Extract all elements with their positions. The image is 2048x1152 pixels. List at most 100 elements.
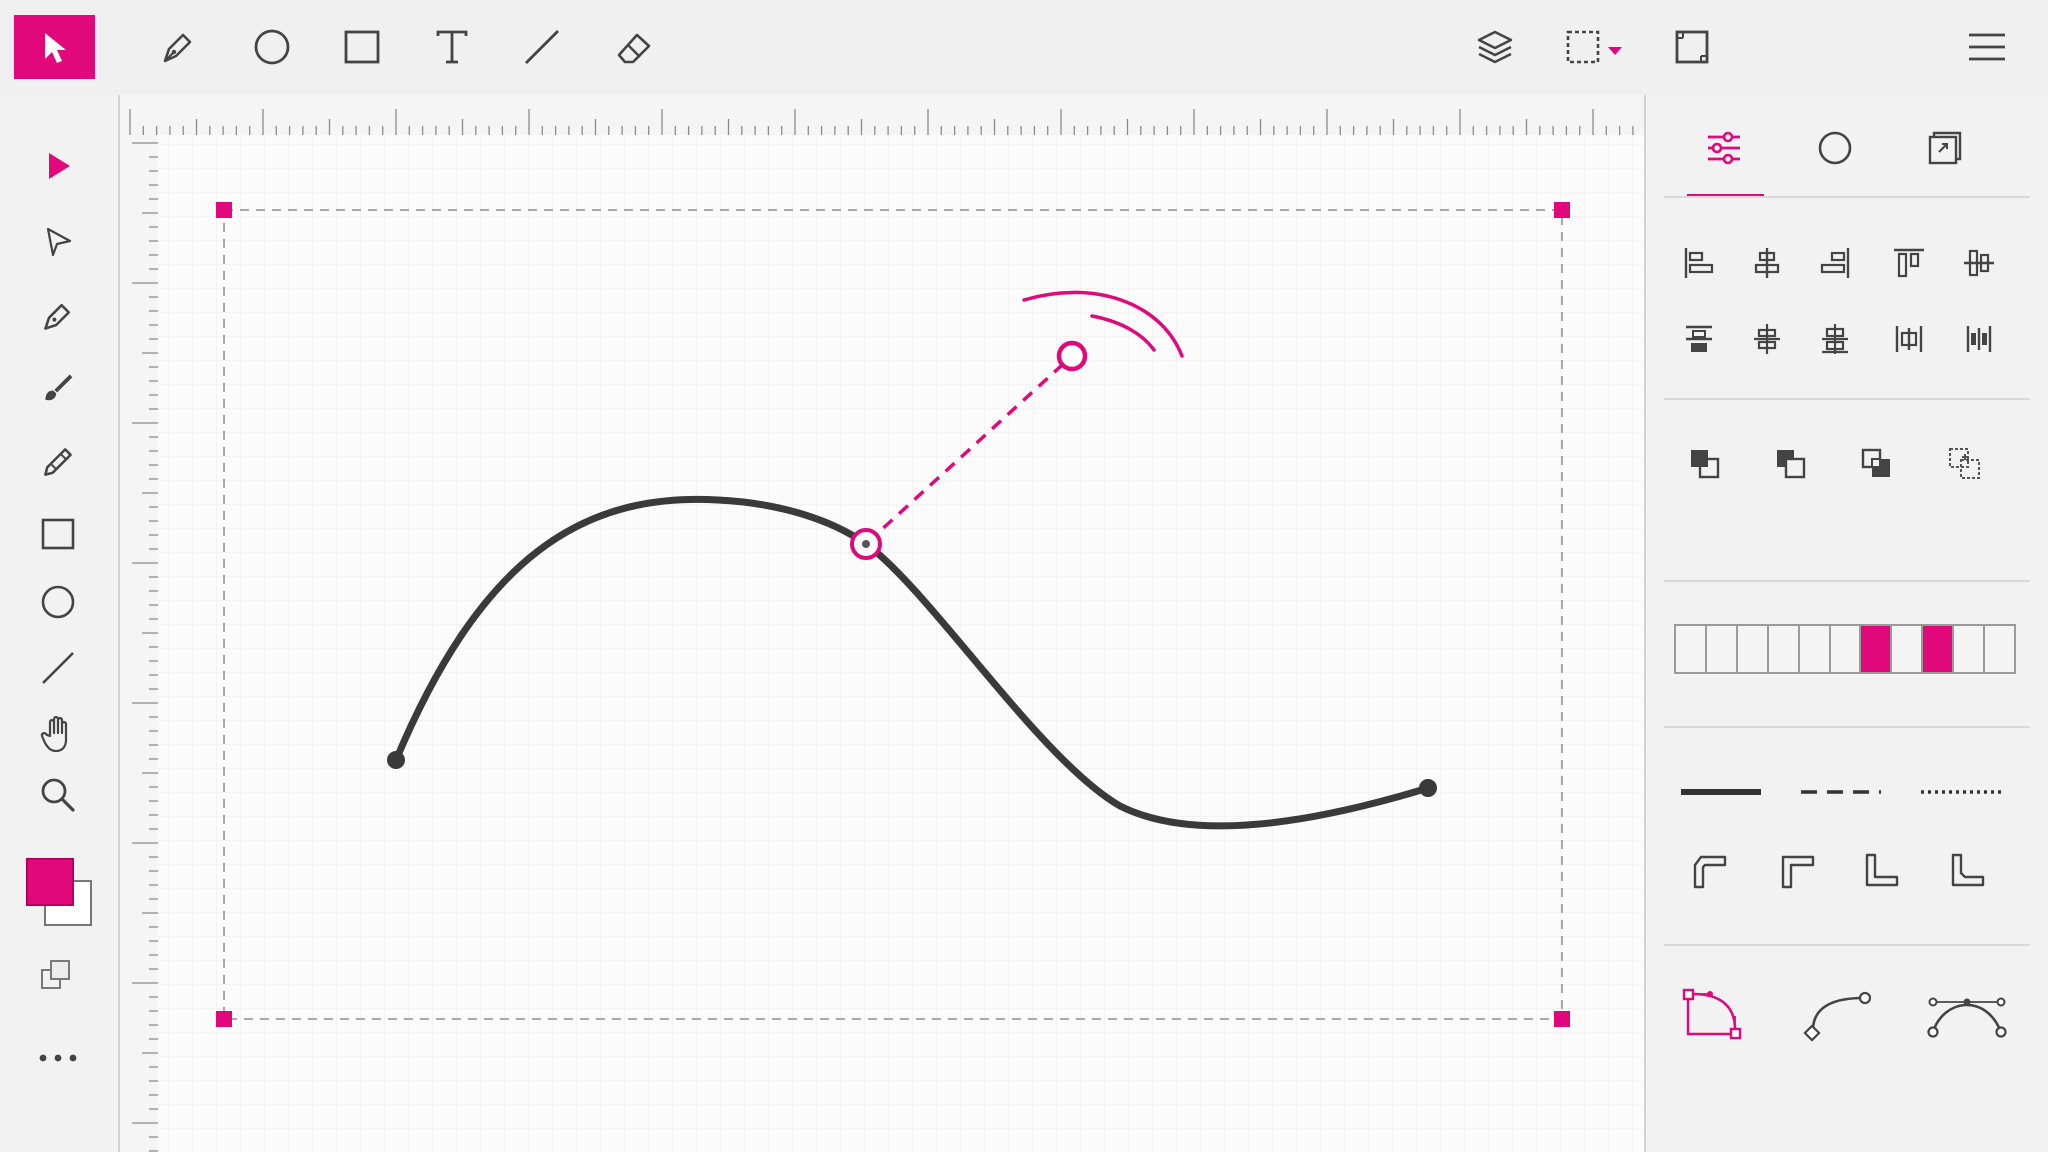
text-icon bbox=[436, 30, 468, 64]
rectangle-icon bbox=[41, 518, 75, 550]
path-points-icon bbox=[1927, 997, 2007, 1038]
left-ellipse-tool[interactable] bbox=[30, 576, 86, 628]
align-right-button[interactable] bbox=[1812, 240, 1858, 286]
tab-shape[interactable] bbox=[1800, 118, 1870, 178]
transform-tab-icon bbox=[1928, 131, 1962, 165]
swap-colors-button[interactable] bbox=[34, 952, 78, 998]
main-menu-button[interactable] bbox=[1962, 18, 2012, 76]
pen-icon bbox=[44, 303, 71, 330]
frame-button[interactable] bbox=[1666, 18, 1718, 76]
dashed-line-style-button[interactable] bbox=[1794, 772, 1888, 812]
curve-handle-button[interactable] bbox=[1798, 982, 1874, 1046]
align-left-icon bbox=[1684, 248, 1714, 278]
swatch-cell[interactable] bbox=[1830, 626, 1862, 672]
left-pen-tool[interactable] bbox=[30, 290, 86, 342]
dotted-line-icon bbox=[1921, 790, 2001, 794]
panel-divider bbox=[1664, 398, 2030, 400]
corner-round-button[interactable] bbox=[1684, 848, 1734, 894]
align-top-button[interactable] bbox=[1886, 240, 1932, 286]
text-tool-button[interactable] bbox=[424, 18, 480, 76]
bring-forward-button[interactable] bbox=[1766, 440, 1816, 488]
align-top-icon bbox=[1894, 248, 1924, 278]
swatch-cell[interactable] bbox=[1676, 626, 1707, 672]
handle-top-left[interactable] bbox=[216, 202, 232, 218]
path-endpoint-end[interactable] bbox=[1419, 779, 1437, 797]
dotted-line-style-button[interactable] bbox=[1914, 772, 2008, 812]
layers-button[interactable] bbox=[1470, 18, 1520, 76]
distribute-top-icon bbox=[1686, 325, 1712, 352]
more-icon bbox=[39, 1054, 77, 1062]
distribute-bottom-button[interactable] bbox=[1812, 316, 1858, 362]
marquee-select-icon bbox=[1566, 30, 1622, 64]
tab-transform[interactable] bbox=[1910, 118, 1980, 178]
align-middle-button[interactable] bbox=[1956, 240, 2002, 286]
brush-icon bbox=[45, 374, 73, 401]
distribute-center-button[interactable] bbox=[1744, 316, 1790, 362]
swatch-cell[interactable] bbox=[1799, 626, 1831, 672]
horizontal-ruler bbox=[120, 95, 1644, 136]
line-icon bbox=[42, 652, 74, 684]
send-backward-button[interactable] bbox=[1852, 440, 1902, 488]
line-tool-button[interactable] bbox=[514, 18, 570, 76]
swatch-cell[interactable] bbox=[1923, 626, 1955, 672]
corner-inset-icon bbox=[1951, 853, 1985, 887]
corner-miter-button[interactable] bbox=[1856, 848, 1906, 894]
bezier-node-icon bbox=[1682, 988, 1742, 1040]
align-right-icon bbox=[1820, 248, 1850, 278]
bring-to-front-button[interactable] bbox=[1680, 440, 1730, 488]
swatch-cell[interactable] bbox=[1768, 626, 1800, 672]
ellipse-icon bbox=[254, 29, 290, 65]
left-line-tool[interactable] bbox=[30, 642, 86, 694]
solid-line-style-button[interactable] bbox=[1674, 772, 1768, 812]
rectangle-tool-button[interactable] bbox=[334, 18, 390, 76]
fill-color-swatch[interactable] bbox=[26, 858, 74, 906]
swatch-cell[interactable] bbox=[1737, 626, 1769, 672]
ellipse-tool-button[interactable] bbox=[244, 18, 300, 76]
rectangle-icon bbox=[344, 30, 380, 64]
pen-tool-button[interactable] bbox=[150, 18, 204, 76]
hand-icon bbox=[40, 716, 68, 753]
corner-bevel-button[interactable] bbox=[1772, 848, 1822, 894]
handle-top-right[interactable] bbox=[1554, 202, 1570, 218]
distribute-center-icon bbox=[1754, 324, 1780, 354]
swatch-cell[interactable] bbox=[1861, 626, 1893, 672]
left-brush-tool[interactable] bbox=[30, 362, 86, 414]
left-rectangle-tool[interactable] bbox=[30, 508, 86, 560]
anchor-point-center bbox=[862, 540, 870, 548]
swatch-cell[interactable] bbox=[1954, 626, 1986, 672]
left-hand-tool[interactable] bbox=[30, 706, 86, 762]
path-points-button[interactable] bbox=[1924, 982, 2010, 1046]
bring-forward-icon bbox=[1777, 450, 1806, 479]
corner-miter-icon bbox=[1865, 853, 1899, 887]
eraser-tool-button[interactable] bbox=[606, 18, 662, 76]
handle-bottom-right[interactable] bbox=[1554, 1011, 1570, 1027]
corner-round-icon bbox=[1693, 855, 1727, 889]
swatch-cell[interactable] bbox=[1985, 626, 2014, 672]
group-button[interactable] bbox=[1940, 440, 1990, 488]
align-center-button[interactable] bbox=[1744, 240, 1790, 286]
left-zoom-tool[interactable] bbox=[30, 768, 86, 822]
left-pencil-tool[interactable] bbox=[30, 436, 86, 488]
corner-inset-button[interactable] bbox=[1942, 848, 1992, 894]
align-left-button[interactable] bbox=[1676, 240, 1722, 286]
swatch-cell[interactable] bbox=[1892, 626, 1924, 672]
panel-divider bbox=[1664, 726, 2030, 728]
select-tool-button[interactable] bbox=[14, 15, 95, 79]
marquee-select-button[interactable] bbox=[1560, 18, 1632, 76]
direct-select-icon bbox=[46, 227, 72, 257]
color-swatch-strip bbox=[1674, 624, 2016, 674]
swatch-cell[interactable] bbox=[1706, 626, 1738, 672]
control-handle-point[interactable] bbox=[1056, 340, 1088, 372]
distribute-top-button[interactable] bbox=[1676, 316, 1722, 362]
distribute-horizontal-button[interactable] bbox=[1886, 316, 1932, 362]
tab-adjust[interactable] bbox=[1688, 118, 1760, 178]
drawing-canvas[interactable] bbox=[158, 135, 1644, 1152]
path-endpoint-start[interactable] bbox=[387, 751, 405, 769]
bezier-node-button[interactable] bbox=[1676, 982, 1748, 1046]
left-direct-select-tool[interactable] bbox=[30, 216, 86, 268]
handle-bottom-left[interactable] bbox=[216, 1011, 232, 1027]
left-select-tool[interactable] bbox=[30, 140, 86, 192]
dashed-line-icon bbox=[1801, 790, 1881, 794]
more-tools-button[interactable] bbox=[34, 1036, 82, 1080]
distribute-vertical-button[interactable] bbox=[1956, 316, 2002, 362]
